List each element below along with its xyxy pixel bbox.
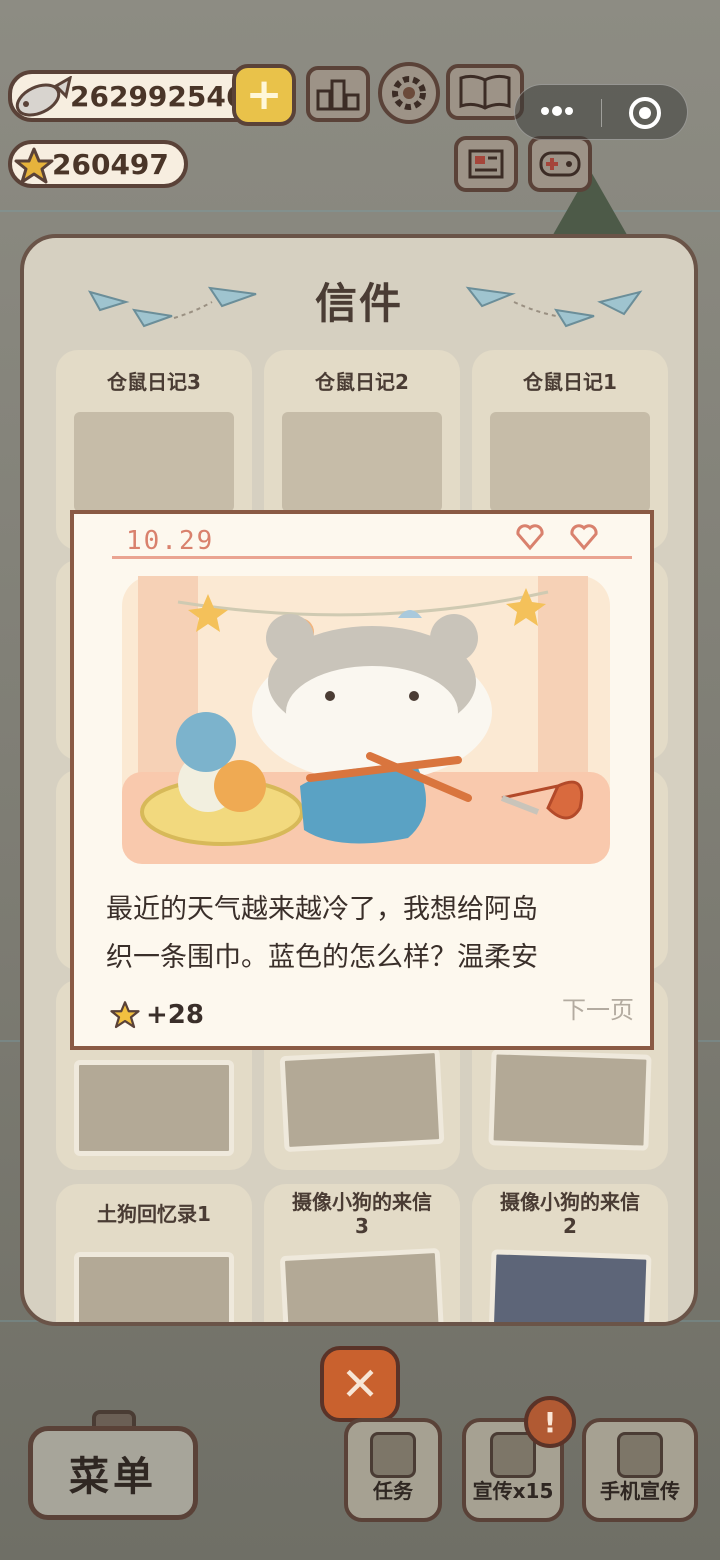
letter-card-title: 摄像小狗的来信 2 (500, 1190, 640, 1238)
letter-card-title: 摄像小狗的来信 3 (292, 1190, 432, 1238)
phone-promote-button[interactable]: 手机宣传 (582, 1418, 698, 1522)
letter-thumbnail (488, 1249, 652, 1322)
letter-popup: 10.29 最近的天气越来越冷了，我想给阿岛 织一条围巾。蓝色的怎么样？温柔安 … (70, 510, 654, 1050)
miniprogram-capsule (514, 84, 688, 140)
letter-thumbnail (279, 1247, 445, 1322)
star-icon (14, 147, 54, 184)
letter-text-line: 织一条围巾。蓝色的怎么样？温柔安 (106, 942, 538, 973)
date-underline (112, 556, 632, 559)
promote-label: 宣传x15 (472, 1479, 554, 1503)
letter-text-line: 最近的天气越来越冷了，我想给阿岛 (106, 894, 538, 925)
phone-promote-label: 手机宣传 (600, 1479, 680, 1503)
more-icon[interactable] (537, 99, 577, 123)
letter-card[interactable]: 土狗回忆录1 (56, 1184, 252, 1322)
letter-card[interactable]: 摄像小狗的来信 2 (472, 1184, 668, 1322)
letter-thumbnail (282, 412, 442, 512)
letter-thumbnail (490, 412, 650, 512)
gamepad-icon[interactable] (528, 136, 592, 192)
task-label: 任务 (373, 1479, 413, 1503)
close-button[interactable]: ✕ (320, 1346, 400, 1422)
letter-body: 最近的天气越来越冷了，我想给阿岛 织一条围巾。蓝色的怎么样？温柔安 (106, 886, 626, 982)
hearts-icon (516, 524, 598, 551)
plus-icon: + (245, 69, 283, 120)
exit-target-icon[interactable] (627, 95, 663, 131)
letter-thumbnail (74, 1060, 234, 1156)
paper-plane-decoration-right (465, 286, 643, 328)
close-icon: ✕ (340, 1357, 380, 1411)
star-count: 260497 (52, 147, 169, 181)
letter-date: 10.29 (126, 526, 215, 556)
letter-thumbnail (74, 1252, 234, 1322)
letter-card-title: 仓鼠日记2 (315, 370, 409, 394)
next-page-button[interactable]: 下一页 (562, 990, 634, 1025)
reward-amount: +28 (146, 1000, 204, 1030)
phone-icon (617, 1432, 663, 1478)
menu-label: 菜单 (69, 1454, 157, 1500)
letter-card-title: 仓鼠日记1 (523, 370, 617, 394)
alert-badge: ! (524, 1396, 576, 1448)
star-icon (110, 1001, 140, 1029)
reward: +28 (110, 1000, 204, 1030)
hamster-knitting-illustration (122, 576, 610, 864)
letter-card[interactable]: 摄像小狗的来信 3 (264, 1184, 460, 1322)
fish-count: 262992546 (70, 79, 246, 113)
fish-icon (15, 76, 72, 117)
gear-icon[interactable] (378, 62, 440, 124)
star-currency: 260497 (8, 140, 188, 188)
task-button[interactable]: 任务 (344, 1418, 442, 1522)
book-icon[interactable] (446, 64, 524, 120)
letter-card-title: 土狗回忆录1 (97, 1202, 211, 1226)
checklist-icon (370, 1432, 416, 1478)
add-fish-button[interactable]: + (232, 64, 296, 126)
newspaper-icon[interactable] (454, 136, 518, 192)
letter-thumbnail (279, 1047, 445, 1153)
menu-button[interactable]: 菜单 (28, 1426, 198, 1520)
capsule-divider (601, 99, 602, 127)
phone-icon (490, 1432, 536, 1478)
ranking-icon[interactable] (306, 66, 370, 122)
letter-thumbnail (74, 412, 234, 512)
letter-thumbnail (488, 1049, 652, 1151)
letter-card-title: 仓鼠日记3 (107, 370, 201, 394)
